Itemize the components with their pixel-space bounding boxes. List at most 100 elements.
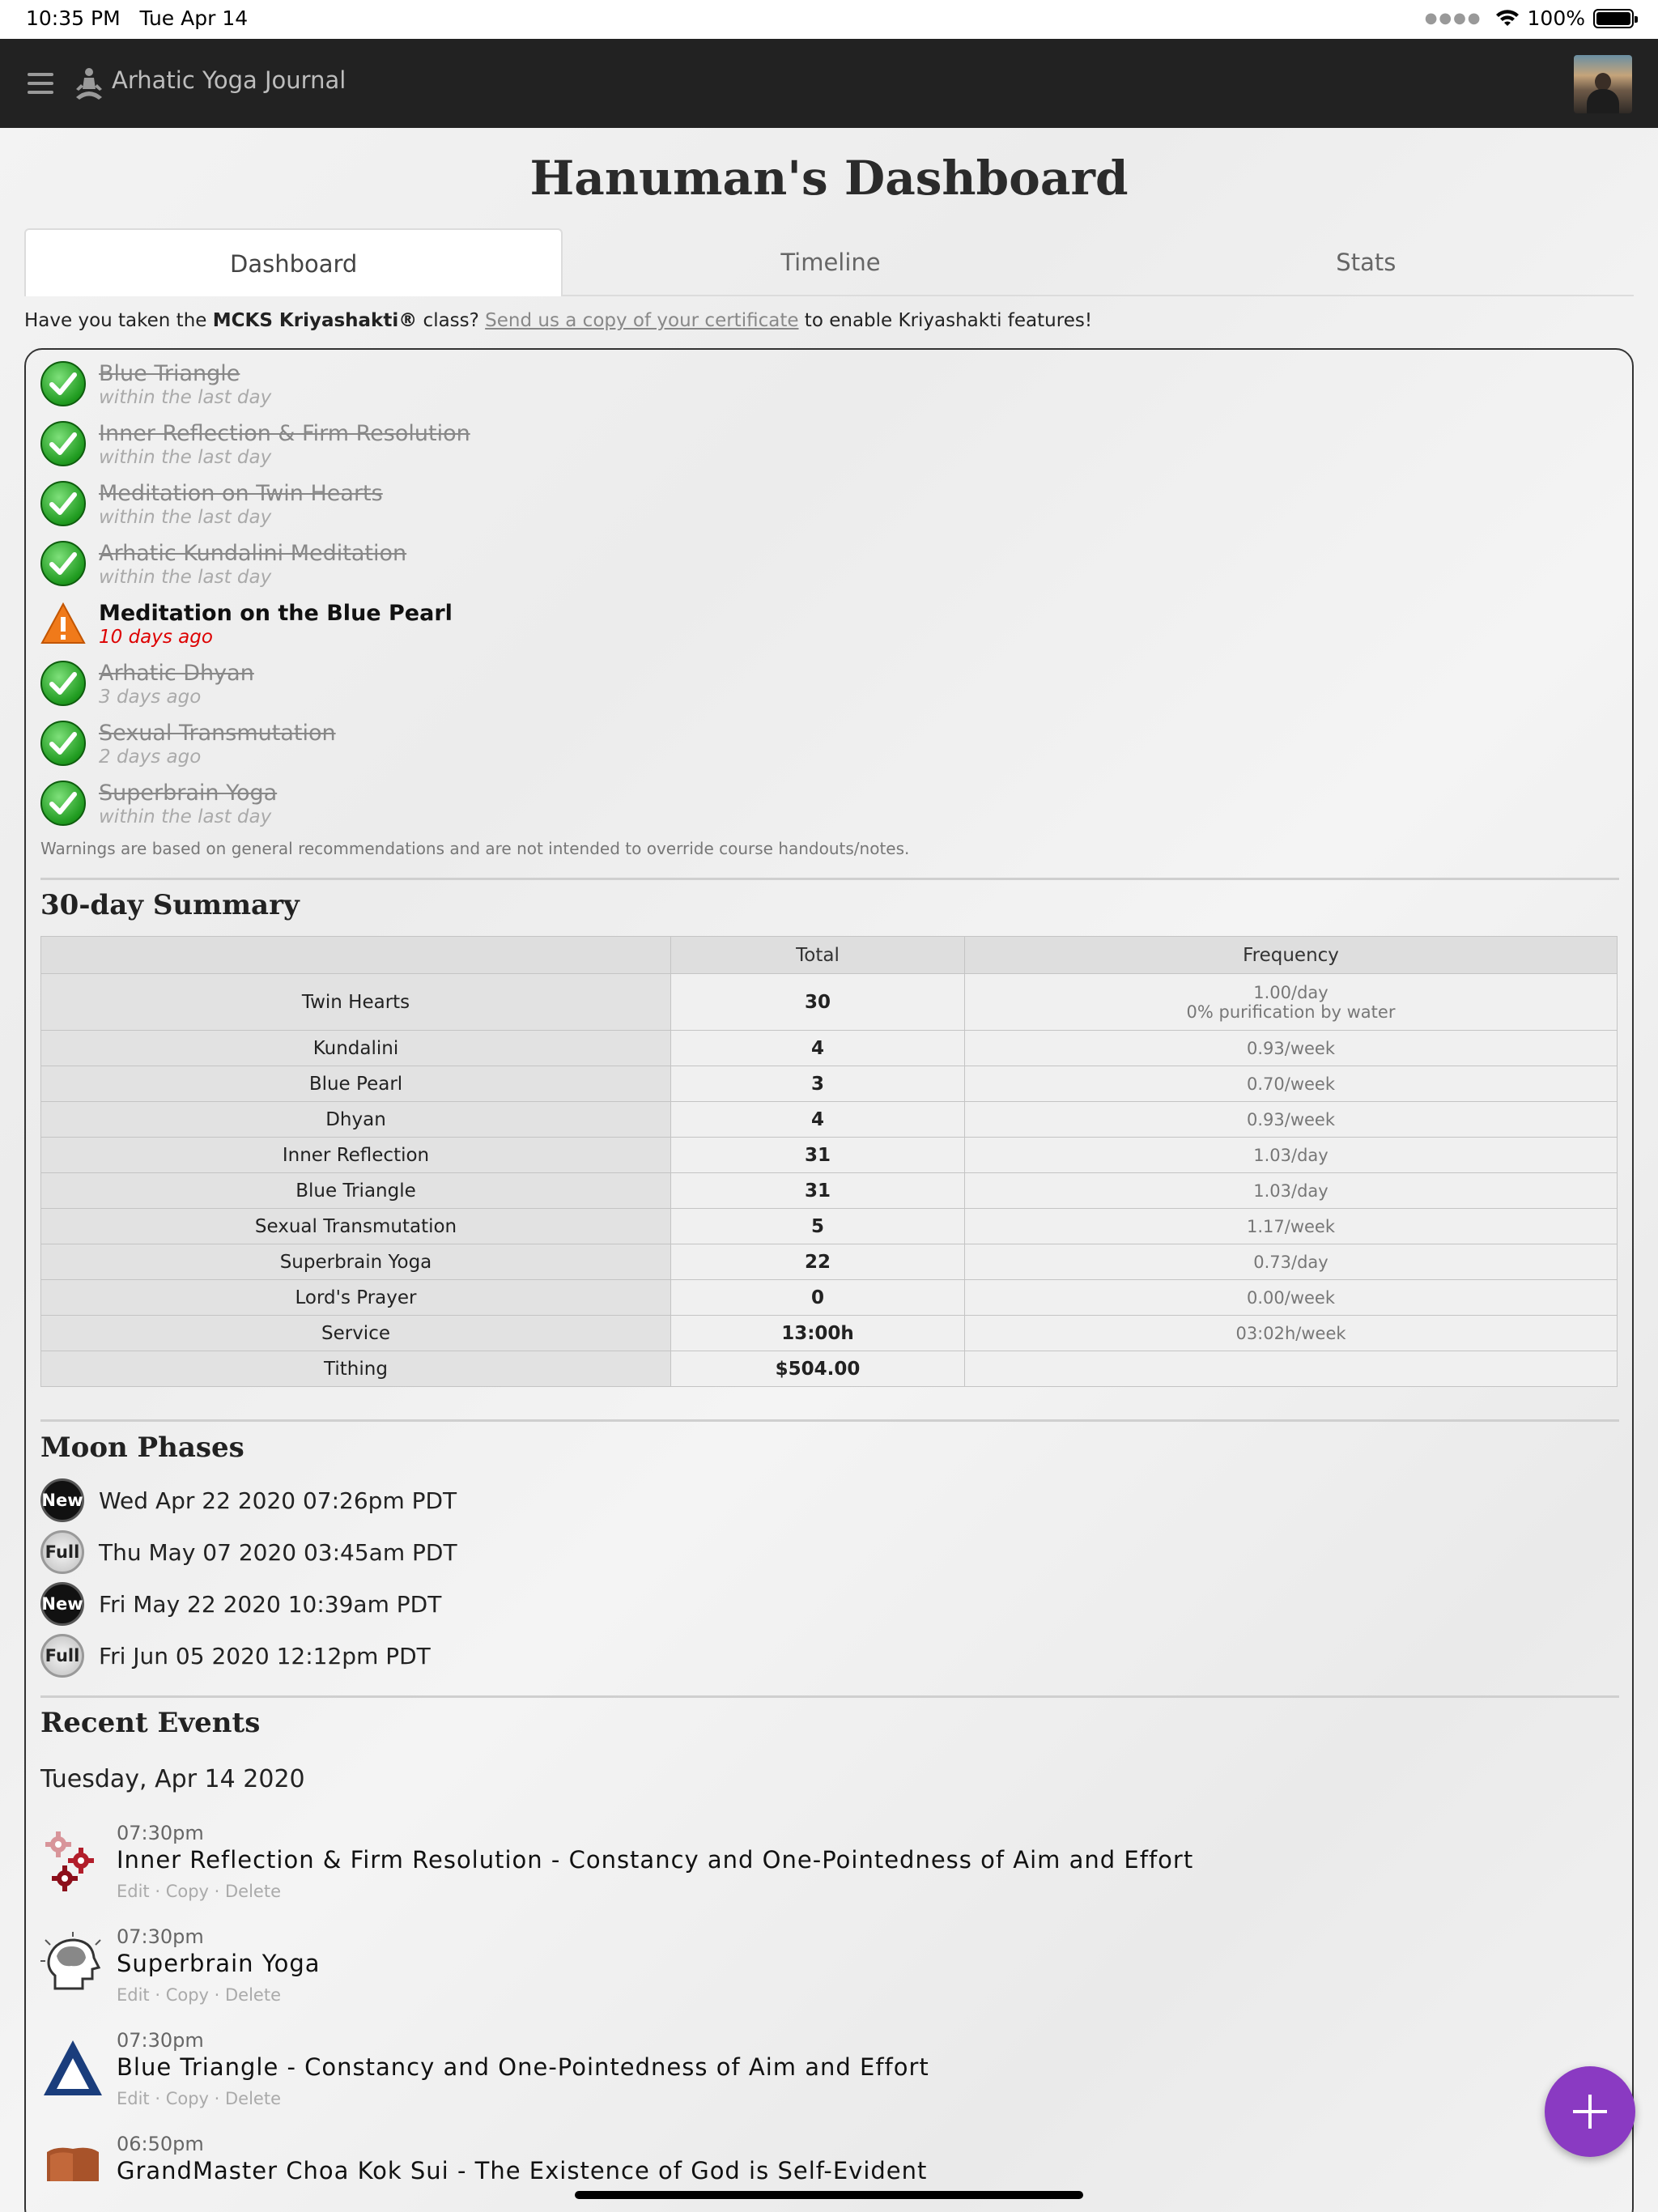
table-row: Blue Triangle 31 1.03/day: [40, 1172, 1618, 1209]
events-date-heading: Tuesday, Apr 14 2020: [40, 1765, 305, 1793]
event-title[interactable]: Blue Triangle - Constancy and One-Pointe…: [117, 2053, 929, 2081]
gears-icon: [45, 1831, 94, 1891]
table-row: Tithing $504.00: [40, 1351, 1618, 1387]
book-icon: [47, 2147, 99, 2181]
avatar[interactable]: [1574, 55, 1632, 113]
table-row: Lord's Prayer 0 0.00/week: [40, 1279, 1618, 1316]
practice-total: 31: [670, 1172, 965, 1209]
practice-name: Inner Reflection: [40, 1137, 671, 1173]
new-moon-icon: New: [40, 1478, 84, 1522]
event-item[interactable]: 07:30pm Blue Triangle - Constancy and On…: [40, 2029, 1579, 2118]
list-item[interactable]: Inner Reflection & Firm Resolution withi…: [40, 418, 850, 478]
check-icon: [40, 781, 86, 826]
notice-class-name: MCKS Kriyashakti®: [212, 310, 418, 331]
check-icon: [40, 421, 86, 466]
practice-name: Twin Hearts: [40, 973, 671, 1031]
practice-frequency: 0.70/week: [964, 1066, 1618, 1102]
practice-total: 4: [670, 1030, 965, 1066]
notice-text-mid: class?: [417, 310, 486, 331]
practice-title: Sexual Transmutation: [99, 721, 336, 746]
event-item[interactable]: 07:30pm Inner Reflection & Firm Resoluti…: [40, 1822, 1579, 1911]
event-title[interactable]: Superbrain Yoga: [117, 1950, 321, 1977]
table-header-row: Total Frequency: [40, 936, 1618, 974]
notice-text: Have you taken the: [24, 310, 213, 331]
app-brand[interactable]: Arhatic Yoga Journal: [112, 66, 346, 94]
practice-name: Lord's Prayer: [40, 1279, 671, 1316]
event-title[interactable]: GrandMaster Choa Kok Sui - The Existence…: [117, 2157, 927, 2181]
practice-name: Blue Pearl: [40, 1066, 671, 1102]
home-indicator: [575, 2191, 1083, 2199]
event-time: 07:30pm: [117, 2029, 204, 2052]
signal-icon: ●●●●: [1424, 10, 1482, 27]
event-time: 07:30pm: [117, 1822, 204, 1844]
practice-frequency: 0.93/week: [964, 1101, 1618, 1138]
status-indicators: ●●●● 100%: [1424, 6, 1638, 30]
table-row: Kundalini 4 0.93/week: [40, 1030, 1618, 1066]
practice-total: 3: [670, 1066, 965, 1102]
practice-total: $504.00: [670, 1351, 965, 1387]
list-item[interactable]: Sexual Transmutation 2 days ago: [40, 717, 850, 777]
check-icon: [40, 481, 86, 526]
event-time: 07:30pm: [117, 1925, 204, 1948]
event-title[interactable]: Inner Reflection & Firm Resolution - Con…: [117, 1846, 1193, 1874]
list-item[interactable]: Blue Triangle within the last day: [40, 358, 850, 418]
list-item[interactable]: Meditation on the Blue Pearl 10 days ago: [40, 598, 850, 657]
kriyashakti-notice: Have you taken the MCKS Kriyashakti® cla…: [24, 310, 1092, 331]
practice-total: 0: [670, 1279, 965, 1316]
tab-bar: Dashboard Timeline Stats: [24, 228, 1634, 296]
moon-phases-heading: Moon Phases: [40, 1431, 244, 1464]
status-bar: 10:35 PM Tue Apr 14 ●●●● 100%: [0, 0, 1658, 39]
warnings-disclaimer: Warnings are based on general recommenda…: [40, 839, 910, 858]
table-row: Sexual Transmutation 5 1.17/week: [40, 1208, 1618, 1244]
list-item[interactable]: Superbrain Yoga within the last day: [40, 777, 850, 837]
practice-last-done: 10 days ago: [99, 627, 213, 648]
list-item[interactable]: Meditation on Twin Hearts within the las…: [40, 478, 850, 538]
event-actions[interactable]: Edit · Copy · Delete: [117, 2089, 281, 2108]
practice-name: Superbrain Yoga: [40, 1244, 671, 1280]
battery-icon: [1593, 8, 1638, 28]
event-actions[interactable]: Edit · Copy · Delete: [117, 1882, 281, 1901]
practice-frequency: 1.03/day: [964, 1137, 1618, 1173]
list-item[interactable]: Arhatic Kundalini Meditation within the …: [40, 538, 850, 598]
check-icon: [40, 541, 86, 586]
warning-icon: [40, 602, 86, 644]
divider: [40, 1695, 1619, 1698]
practice-name: Dhyan: [40, 1101, 671, 1138]
certificate-link[interactable]: Send us a copy of your certificate: [485, 310, 798, 331]
practice-frequency: 1.03/day: [964, 1172, 1618, 1209]
frequency-value: 1.00/day: [1253, 982, 1329, 1002]
event-item[interactable]: 06:50pm GrandMaster Choa Kok Sui - The E…: [40, 2133, 1579, 2181]
table-row: Twin Hearts 30 1.00/day 0% purification b…: [40, 973, 1618, 1031]
moon-phase-date: Wed Apr 22 2020 07:26pm PDT: [99, 1487, 457, 1514]
practice-title: Blue Triangle: [99, 361, 240, 386]
brain-head-icon: [40, 1932, 101, 1990]
list-item[interactable]: Arhatic Dhyan 3 days ago: [40, 657, 850, 717]
page-title: Hanuman's Dashboard: [529, 151, 1129, 206]
frequency-note: 0% purification by water: [1186, 1002, 1396, 1022]
practice-name: Sexual Transmutation: [40, 1208, 671, 1244]
event-actions[interactable]: Edit · Copy · Delete: [117, 1985, 281, 2005]
notice-text-end: to enable Kriyashakti features!: [798, 310, 1093, 331]
moon-phase-item: New Wed Apr 22 2020 07:26pm PDT: [40, 1478, 457, 1522]
add-event-button[interactable]: [1545, 2066, 1635, 2157]
practice-title: Arhatic Dhyan: [99, 661, 254, 686]
practice-last-done: within the last day: [99, 507, 272, 528]
battery-percent: 100%: [1527, 6, 1585, 30]
menu-icon[interactable]: [28, 73, 53, 94]
tab-dashboard[interactable]: Dashboard: [24, 228, 563, 296]
table-row: Superbrain Yoga 22 0.73/day: [40, 1244, 1618, 1280]
event-item[interactable]: 07:30pm Superbrain Yoga Edit · Copy · De…: [40, 1925, 1579, 2014]
full-moon-icon: Full: [40, 1634, 84, 1678]
practice-title: Meditation on Twin Hearts: [99, 481, 383, 506]
wifi-icon: [1495, 9, 1519, 26]
practice-title: Inner Reflection & Firm Resolution: [99, 421, 470, 446]
practice-title: Superbrain Yoga: [99, 781, 278, 806]
moon-phase-item: Full Thu May 07 2020 03:45am PDT: [40, 1530, 457, 1574]
tab-timeline[interactable]: Timeline: [563, 228, 1098, 295]
moon-phase-item: Full Fri Jun 05 2020 12:12pm PDT: [40, 1634, 431, 1678]
new-moon-icon: New: [40, 1582, 84, 1626]
tab-stats[interactable]: Stats: [1099, 228, 1634, 295]
moon-phase-item: New Fri May 22 2020 10:39am PDT: [40, 1582, 441, 1626]
practice-last-done: within the last day: [99, 447, 272, 468]
table-row: Dhyan 4 0.93/week: [40, 1101, 1618, 1138]
